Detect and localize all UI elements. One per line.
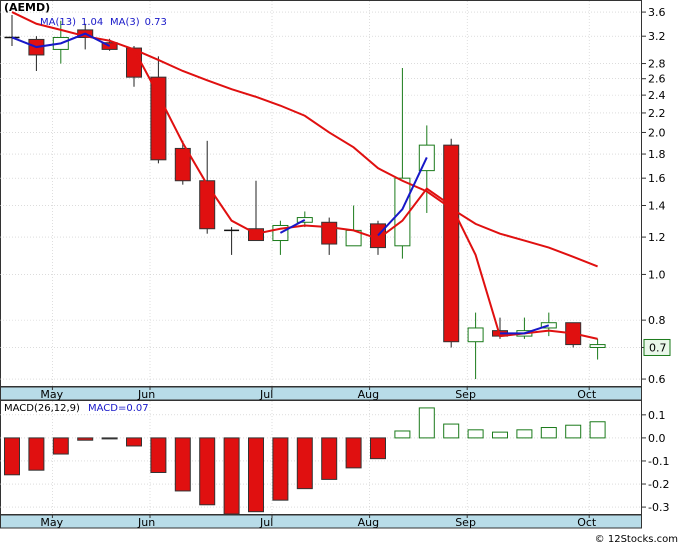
candle-body-up	[467, 327, 484, 343]
month-label: Oct	[577, 388, 597, 401]
price-tick-label: 2.2	[648, 107, 666, 120]
macd-bar-negative	[248, 437, 264, 513]
price-tick-label: 0.8	[648, 314, 666, 327]
macd-bar-negative	[345, 437, 362, 469]
candle-body-up	[394, 177, 411, 247]
macd-tick-label: -0.3	[648, 501, 669, 514]
macd-tick-label: 0.0	[648, 432, 666, 445]
macd-bar-negative	[199, 437, 216, 506]
macd-tick-label: 0.1	[648, 409, 666, 422]
month-label: Aug	[358, 516, 379, 529]
macd-value-label: MACD=0.07	[88, 403, 149, 414]
macd-bar-negative	[370, 437, 386, 460]
price-tick-label: 1.0	[648, 268, 666, 281]
candle-body-up	[589, 344, 606, 348]
price-tick-label: 3.6	[648, 6, 666, 19]
macd-title: MACD(26,12,9)	[4, 403, 80, 414]
macd-bar-negative	[223, 437, 240, 515]
month-axis-band-bottom	[0, 514, 642, 529]
candle-body-down	[321, 221, 338, 245]
stock-chart: 0.6 0.8 1.0 1.2 1.4 1.6 1.8 2.0 2.2 2.4 2.6 2.8 3.2 3…	[0, 0, 680, 546]
price-y-axis: 0.6 0.8 1.0 1.2 1.4 1.6 1.8 2.0 2.2 2.4 2.6 2.8 3.2 3…	[641, 6, 666, 386]
last-price-tag-text: 0.7	[649, 341, 667, 354]
macd-bar-positive	[565, 424, 582, 439]
ticker-title: (AEMD)	[4, 1, 50, 14]
month-label: May	[40, 388, 63, 401]
macd-bar-positive	[589, 421, 606, 439]
month-label: Jul	[259, 388, 273, 401]
macd-bar-negative	[272, 437, 289, 501]
macd-bar-negative	[101, 437, 118, 440]
macd-bar-positive	[394, 430, 411, 439]
macd-tick-label: -0.1	[648, 455, 669, 468]
chart-canvas: 0.6 0.8 1.0 1.2 1.4 1.6 1.8 2.0 2.2 2.4 2.6 2.8 3.2 3…	[0, 0, 678, 545]
price-tick-label: 1.6	[648, 172, 666, 185]
macd-bar-negative	[28, 437, 45, 471]
month-label: May	[40, 516, 63, 529]
price-tick-label: 1.4	[648, 200, 666, 213]
macd-bar-negative	[126, 437, 142, 447]
macd-bar-positive	[443, 423, 460, 439]
price-tick-label: 2.4	[648, 89, 666, 102]
price-tick-label: 2.6	[648, 73, 666, 86]
macd-tick-label: -0.2	[648, 478, 669, 491]
price-tick-label: 3.2	[648, 30, 666, 43]
macd-bar-negative	[150, 437, 167, 473]
macd-panel-frame	[0, 400, 642, 515]
month-label: Sep	[455, 388, 476, 401]
macd-bar-positive	[467, 429, 484, 439]
macd-bar-negative	[52, 437, 69, 455]
macd-y-axis: 0.1 0.0 -0.1 -0.2 -0.3	[641, 409, 669, 514]
price-tick-label: 0.6	[648, 373, 666, 386]
month-label: Jul	[259, 516, 273, 529]
month-axis-band-top	[0, 386, 642, 401]
last-price-tag: 0.7	[643, 338, 671, 356]
month-label: Aug	[358, 388, 379, 401]
price-panel-frame	[0, 0, 642, 387]
ma3-legend: MA(3) 0.73	[110, 17, 167, 28]
macd-bar-negative	[4, 437, 20, 476]
macd-bar-negative	[174, 437, 191, 492]
macd-bar-negative	[321, 437, 338, 480]
candle-body-down	[443, 144, 460, 343]
month-label: Jun	[137, 388, 155, 401]
macd-bar-negative	[77, 437, 94, 441]
watermark: © 12Stocks.com	[595, 534, 678, 545]
macd-bar-positive	[540, 427, 557, 439]
month-label: Jun	[137, 516, 155, 529]
macd-bar-positive	[516, 429, 533, 439]
price-tick-label: 1.8	[648, 148, 666, 161]
month-label: Sep	[455, 516, 476, 529]
macd-bar-positive	[418, 407, 435, 439]
candle-body-down	[199, 180, 216, 230]
price-tick-label: 1.2	[648, 231, 666, 244]
macd-bar-positive	[492, 431, 508, 439]
candle-body-down	[150, 76, 167, 161]
price-tick-label: 2.0	[648, 126, 666, 139]
macd-bar-negative	[296, 437, 313, 490]
month-label: Oct	[577, 516, 597, 529]
ma13-legend: MA(13) 1.04	[40, 17, 103, 28]
price-tick-label: 2.8	[648, 58, 666, 71]
